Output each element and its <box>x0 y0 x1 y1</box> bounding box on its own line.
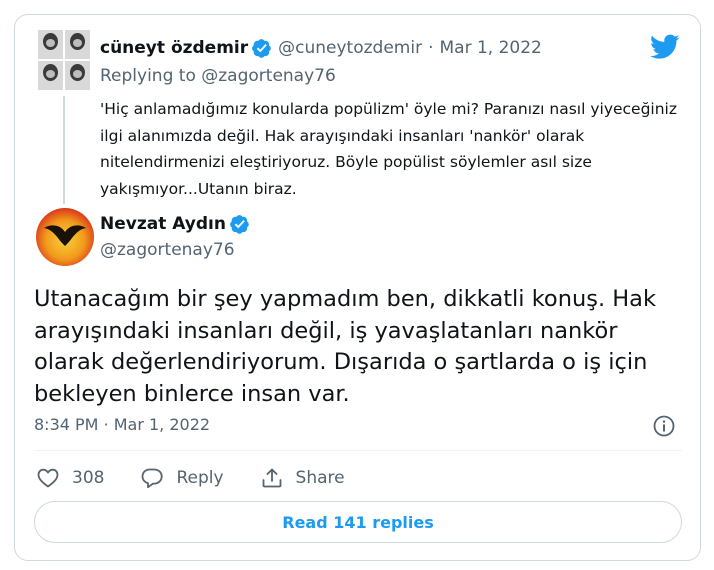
main-handle[interactable]: @zagortenay76 <box>100 240 235 260</box>
avatar-emblem <box>44 225 86 246</box>
parent-tweet-text: 'Hiç anlamadığımız konularda popülizm' ö… <box>100 100 677 198</box>
main-display-name[interactable]: Nevzat Aydın <box>100 214 226 234</box>
share-label: Share <box>295 468 345 488</box>
parent-handle[interactable]: @cuneytozdemir <box>278 38 422 58</box>
avatar-quadrant <box>38 30 63 59</box>
main-avatar[interactable] <box>36 208 94 266</box>
replying-prefix: Replying to <box>100 66 196 86</box>
read-replies-button[interactable]: Read 141 replies <box>34 501 682 543</box>
divider <box>34 450 682 451</box>
info-icon[interactable] <box>652 414 676 438</box>
like-button[interactable]: 308 <box>36 466 104 490</box>
parent-date[interactable]: Mar 1, 2022 <box>439 38 541 58</box>
heart-icon <box>37 468 59 488</box>
avatar-quadrant <box>65 61 90 90</box>
reply-label: Reply <box>176 468 224 488</box>
main-tweet-header: Nevzat Aydın <box>100 212 250 236</box>
parent-display-name[interactable]: cüneyt özdemir <box>100 38 248 58</box>
parent-avatar[interactable] <box>38 30 90 90</box>
main-tweet-text: Utanacağım bir şey yapmadım ben, dikkatl… <box>34 286 656 407</box>
action-bar: 308 Reply Share <box>36 463 381 493</box>
share-button[interactable]: Share <box>260 466 345 490</box>
share-upload-icon <box>262 468 281 488</box>
twitter-bird-icon[interactable] <box>650 34 680 60</box>
like-count: 308 <box>72 468 105 488</box>
tweet-timestamp[interactable]: 8:34 PM · Mar 1, 2022 <box>34 415 210 434</box>
thread-connector-line <box>63 96 65 204</box>
avatar-quadrant <box>38 61 63 90</box>
verified-badge-icon <box>230 215 249 234</box>
replying-to-handle[interactable]: @zagortenay76 <box>201 66 336 86</box>
verified-badge-icon <box>252 39 271 58</box>
avatar-quadrant <box>65 30 90 59</box>
replying-to-line: Replying to @zagortenay76 <box>100 66 336 86</box>
reply-button[interactable]: Reply <box>140 466 224 490</box>
separator-dot: · <box>428 38 434 58</box>
parent-tweet-header: cüneyt özdemir @cuneytozdemir · Mar 1, 2… <box>100 36 542 60</box>
speech-bubble-icon <box>142 468 164 489</box>
